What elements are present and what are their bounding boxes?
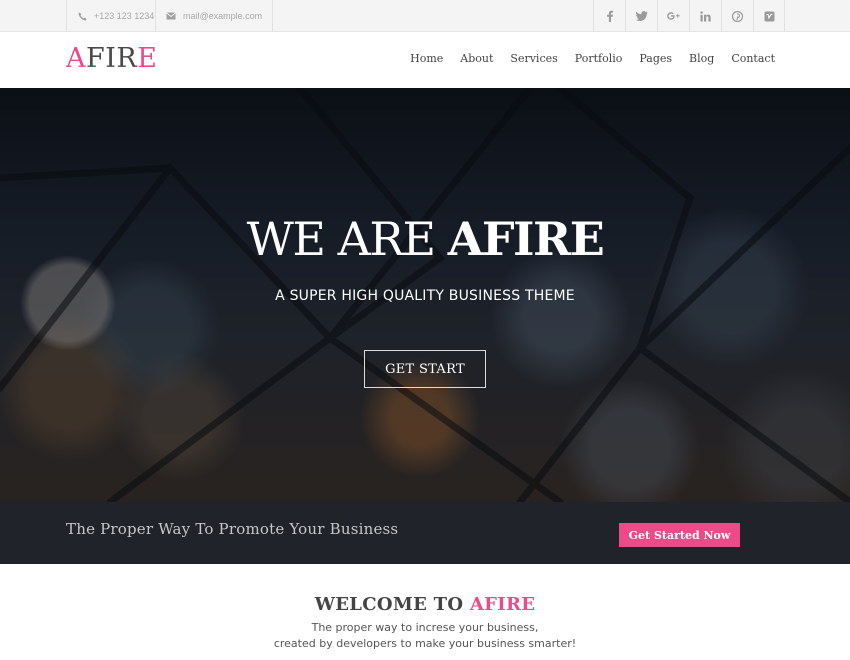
email-address[interactable]: mail@example.com: [183, 11, 262, 21]
logo-letter-a: A: [66, 43, 86, 74]
nav-pages[interactable]: Pages: [639, 52, 672, 65]
social-links: [593, 0, 785, 32]
hero-title: WE ARE AFIRE: [0, 211, 850, 267]
envelope-icon: [166, 12, 176, 20]
main-nav: Home About Services Portfolio Pages Blog…: [393, 52, 775, 65]
get-start-button[interactable]: GET START: [364, 350, 486, 388]
promo-band: The Proper Way To Promote Your Business …: [0, 502, 850, 564]
vimeo-icon[interactable]: [753, 0, 785, 32]
get-started-now-button[interactable]: Get Started Now: [619, 523, 740, 547]
logo-letter-e: E: [137, 43, 158, 74]
site-header: AFIRE Home About Services Portfolio Page…: [0, 32, 850, 88]
nav-home[interactable]: Home: [410, 52, 443, 65]
logo-middle: FIR: [86, 43, 138, 74]
pinterest-icon[interactable]: [721, 0, 753, 32]
nav-services[interactable]: Services: [510, 52, 557, 65]
twitter-icon[interactable]: [625, 0, 657, 32]
logo[interactable]: AFIRE: [66, 43, 157, 75]
contact-email: mail@example.com: [155, 0, 274, 32]
welcome-line-2: created by developers to make your busin…: [273, 637, 577, 650]
hero-title-light: WE ARE: [246, 212, 448, 266]
hero-section: WE ARE AFIRE A SUPER HIGH QUALITY BUSINE…: [0, 88, 850, 502]
nav-contact[interactable]: Contact: [731, 52, 775, 65]
nav-portfolio[interactable]: Portfolio: [575, 52, 623, 65]
promo-text: The Proper Way To Promote Your Business: [66, 520, 399, 538]
hero-title-bold: AFIRE: [447, 212, 605, 266]
linkedin-icon[interactable]: [689, 0, 721, 32]
welcome-title-prefix: WELCOME TO: [314, 594, 470, 615]
nav-about[interactable]: About: [460, 52, 493, 65]
welcome-title: WELCOME TO AFIRE: [0, 594, 850, 615]
phone-icon: [77, 11, 87, 21]
welcome-title-accent: AFIRE: [469, 594, 536, 615]
contact-phone: +123 123 1234: [66, 0, 164, 32]
welcome-text: The proper way to increse your business,…: [0, 620, 850, 652]
phone-number: +123 123 1234: [94, 11, 155, 21]
nav-blog[interactable]: Blog: [689, 52, 714, 65]
google-plus-icon[interactable]: [657, 0, 689, 32]
welcome-line-1: The proper way to increse your business,: [311, 621, 539, 634]
hero-subtitle: A SUPER HIGH QUALITY BUSINESS THEME: [275, 288, 575, 304]
top-bar: +123 123 1234 mail@example.com: [0, 0, 850, 32]
facebook-icon[interactable]: [593, 0, 625, 32]
